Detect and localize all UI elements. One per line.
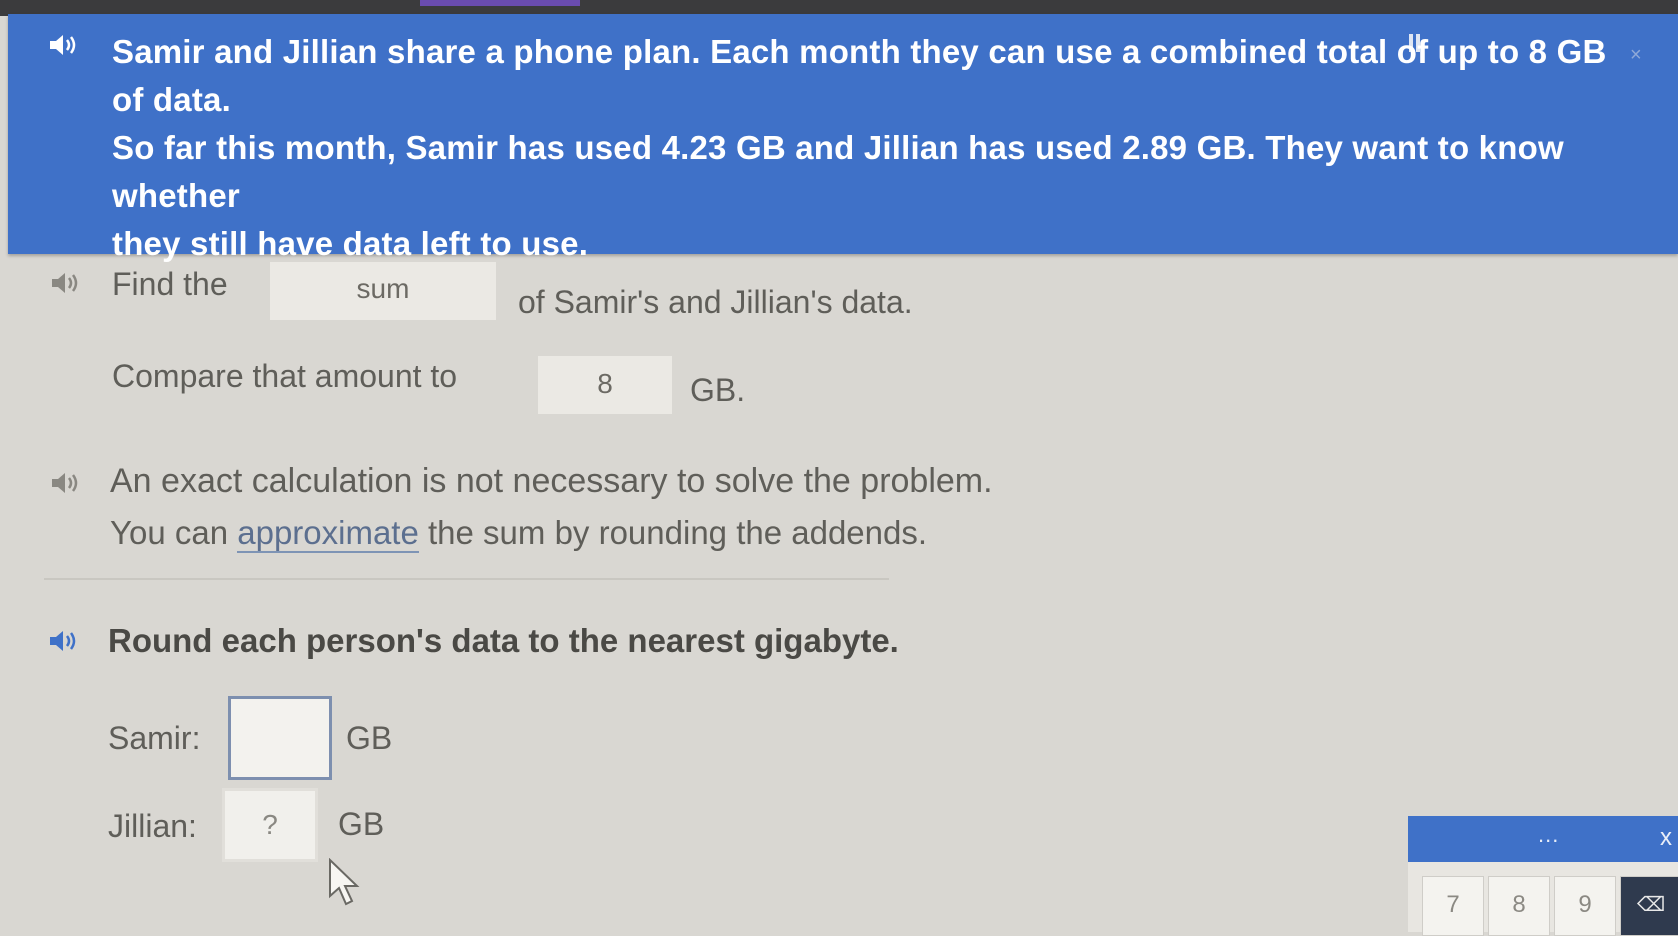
speaker-icon[interactable]: [48, 630, 78, 652]
samir-answer-input[interactable]: [228, 696, 332, 780]
samir-unit: GB: [346, 720, 393, 756]
number-keypad: ... x 7 8 9 ⌫: [1408, 816, 1678, 936]
approximate-link[interactable]: approximate: [237, 514, 419, 553]
keypad-header: ... x: [1408, 816, 1678, 862]
hint-line-2-prefix: You can: [110, 514, 229, 551]
problem-line-3: they still have data left to use.: [112, 225, 589, 262]
keypad-close-button[interactable]: x: [1660, 824, 1672, 852]
sum-answer-box: sum: [270, 262, 496, 320]
backspace-key[interactable]: ⌫: [1620, 876, 1678, 936]
jillian-answer-input[interactable]: ?: [222, 788, 318, 862]
task-instruction: Round each person's data to the nearest …: [108, 622, 899, 659]
problem-line-1: Samir and Jillian share a phone plan. Ea…: [112, 33, 1607, 118]
find-suffix: of Samir's and Jillian's data.: [518, 284, 913, 320]
hint-line-2-suffix: the sum by rounding the addends.: [428, 514, 928, 551]
mouse-pointer-icon: [326, 857, 366, 908]
speaker-icon[interactable]: [48, 34, 78, 56]
find-prefix: Find the: [112, 266, 228, 302]
speaker-icon[interactable]: [50, 272, 80, 294]
compare-answer-box: 8: [538, 356, 672, 414]
compare-suffix: GB.: [690, 372, 746, 408]
hint-line-1: An exact calculation is not necessary to…: [110, 462, 993, 500]
tab-accent: [420, 0, 580, 6]
jillian-unit: GB: [338, 806, 385, 842]
compare-prefix: Compare that amount to: [112, 358, 458, 394]
key-8[interactable]: 8: [1488, 876, 1550, 936]
problem-statement: Samir and Jillian share a phone plan. Ea…: [112, 28, 1632, 268]
keypad-menu[interactable]: ...: [1538, 822, 1559, 848]
jillian-label: Jillian:: [108, 808, 197, 844]
key-9[interactable]: 9: [1554, 876, 1616, 936]
samir-label: Samir:: [108, 720, 201, 756]
problem-line-2: So far this month, Samir has used 4.23 G…: [112, 129, 1564, 214]
hint-line-2: You can approximate the sum by rounding …: [110, 514, 928, 553]
key-7[interactable]: 7: [1422, 876, 1484, 936]
backspace-icon: ⌫: [1636, 894, 1666, 916]
section-divider: [44, 578, 889, 580]
speaker-icon[interactable]: [50, 472, 80, 494]
